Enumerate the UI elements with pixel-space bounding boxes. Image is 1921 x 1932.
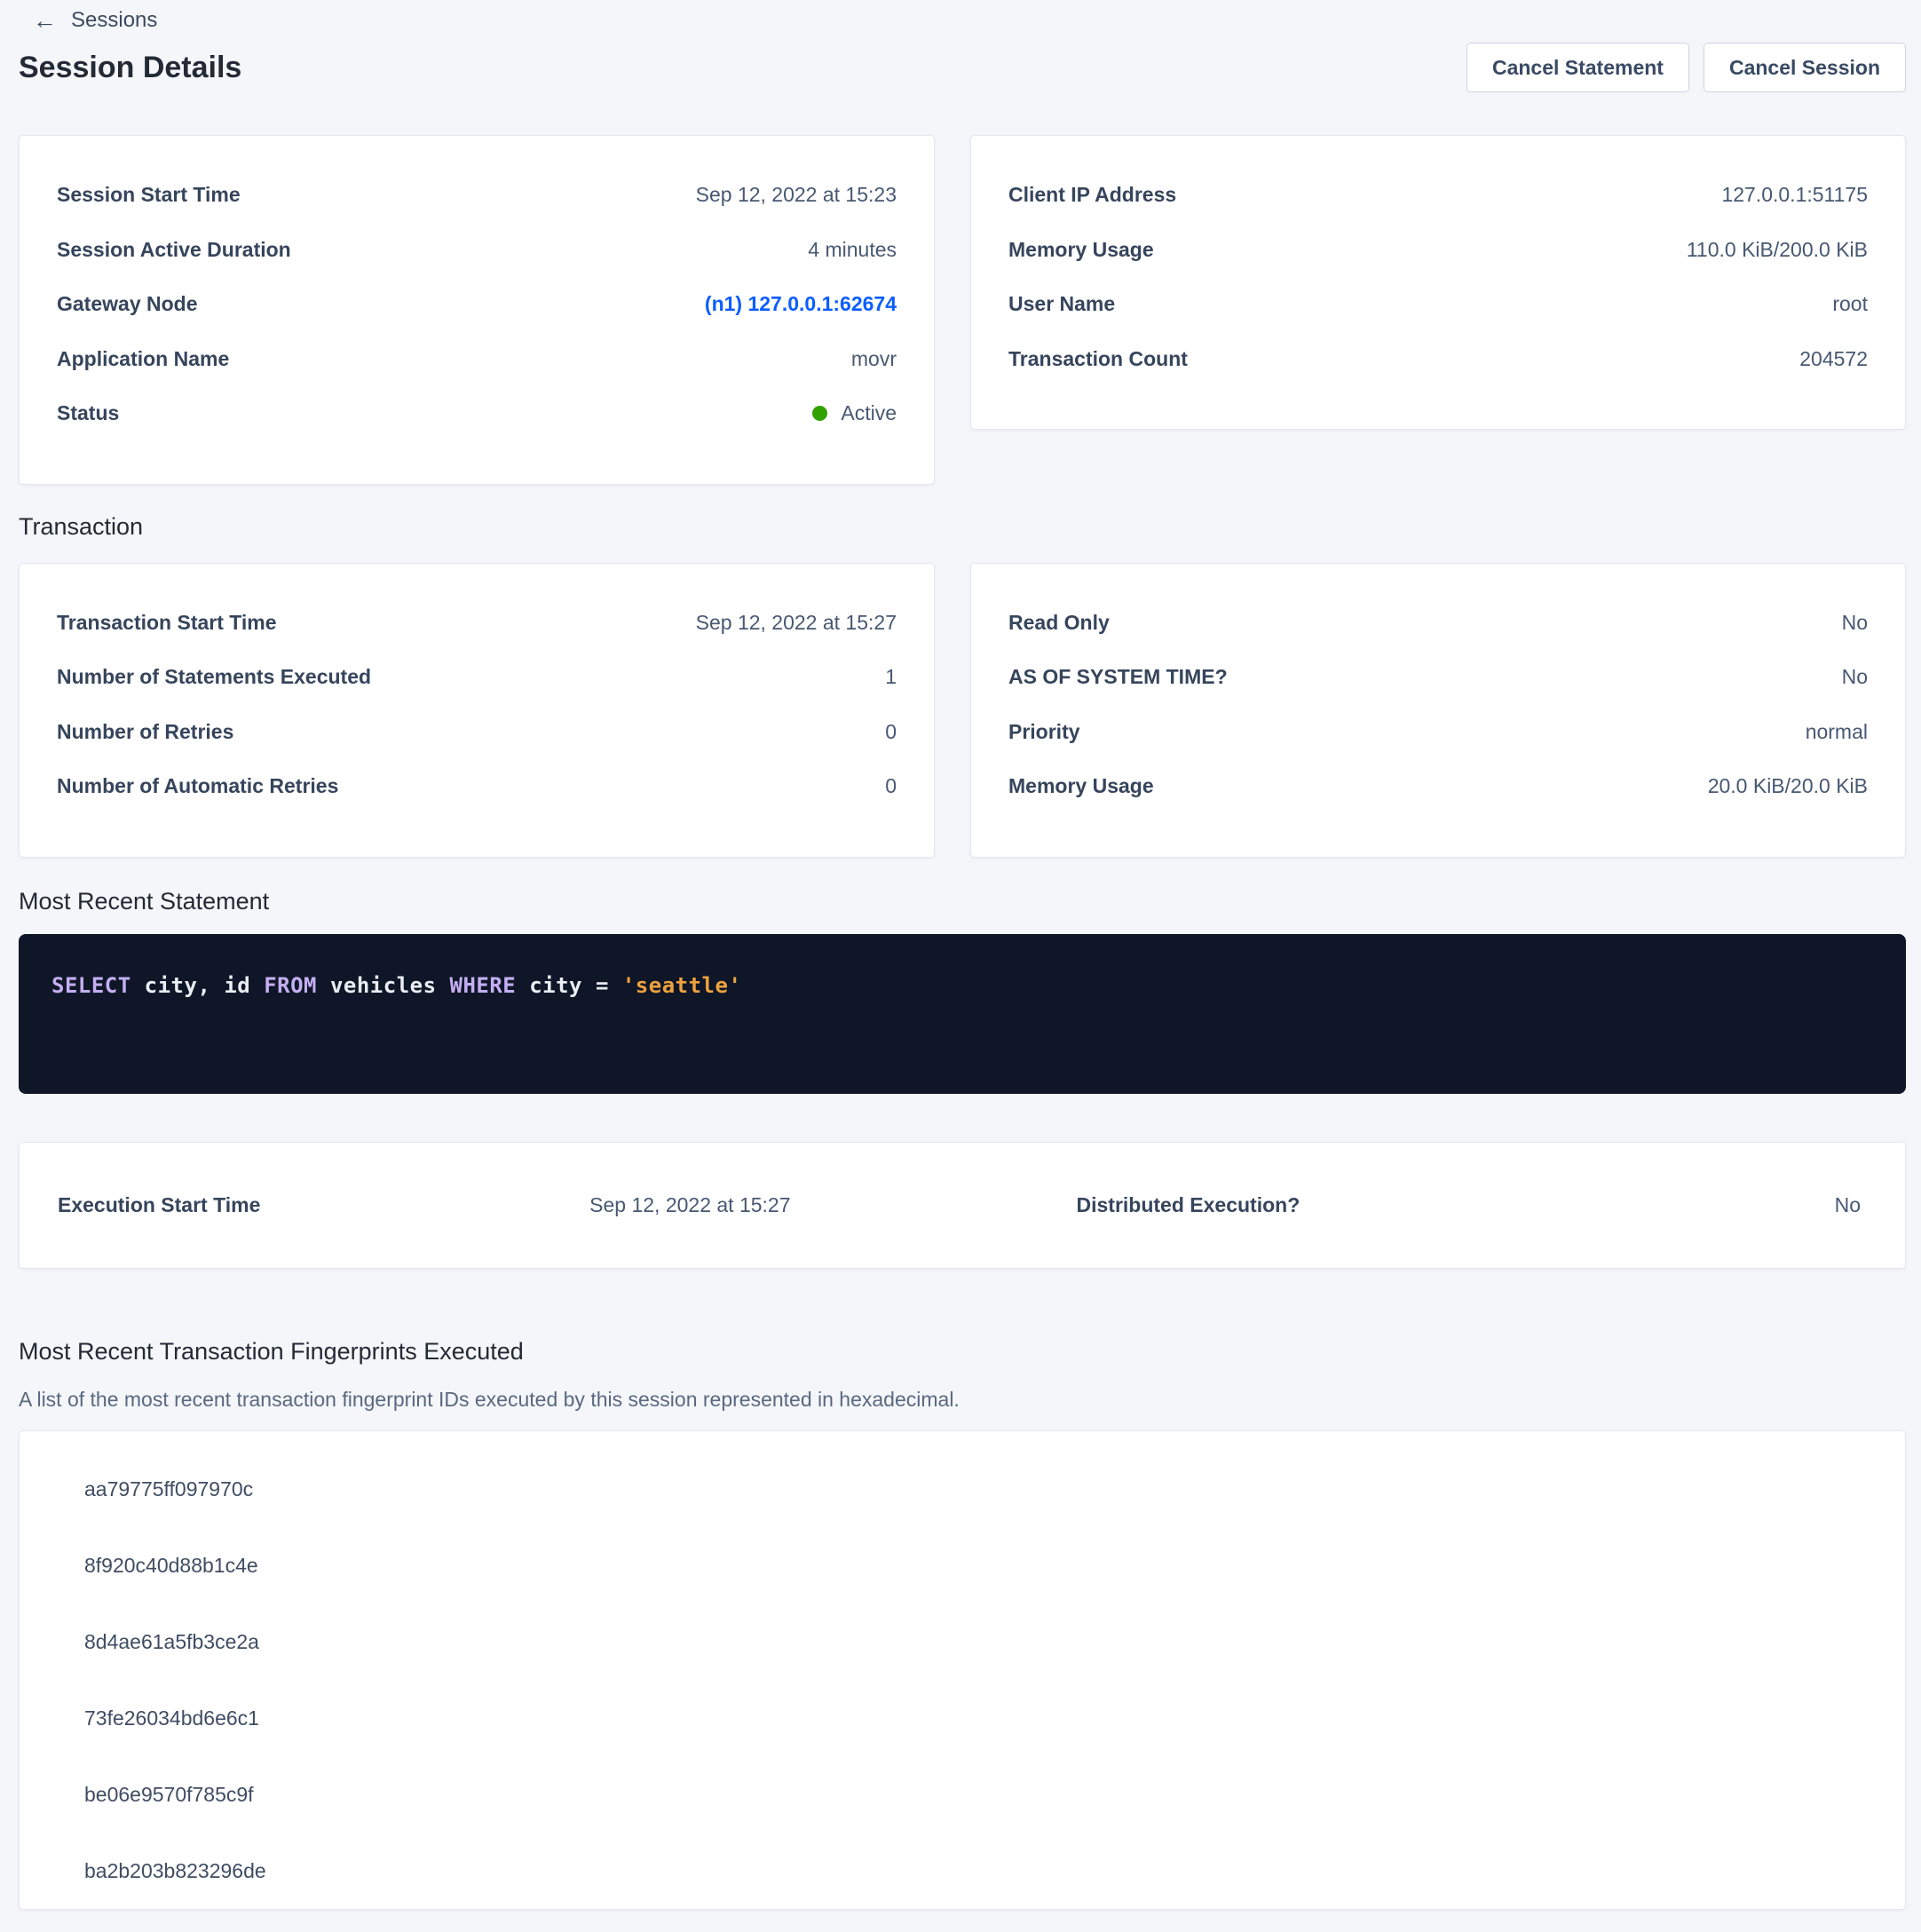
transaction-summary-row: Transaction Start Time Sep 12, 2022 at 1… — [19, 563, 1906, 858]
info-label: Session Start Time — [57, 183, 241, 207]
info-row-user-name: User Name root — [1008, 277, 1868, 332]
info-row-gateway-node: Gateway Node (n1) 127.0.0.1:62674 — [57, 277, 897, 332]
fingerprint-item: 73fe26034bd6e6c1 — [84, 1708, 1868, 1729]
info-label: Status — [57, 401, 119, 425]
info-label: AS OF SYSTEM TIME? — [1008, 665, 1228, 689]
info-row-as-of-system-time: AS OF SYSTEM TIME? No — [1008, 650, 1868, 705]
sql-token: WHERE — [450, 973, 517, 998]
info-row-txn-memory-usage: Memory Usage 20.0 KiB/20.0 KiB — [1008, 759, 1868, 814]
info-row-application-name: Application Name movr — [57, 332, 897, 387]
info-value: Sep 12, 2022 at 15:23 — [696, 183, 897, 207]
status-active-dot-icon — [812, 406, 827, 421]
status-badge: Active — [812, 401, 897, 425]
fingerprint-item: aa79775ff097970c — [84, 1479, 1868, 1500]
info-value: 110.0 KiB/200.0 KiB — [1687, 238, 1868, 262]
info-value: No — [1842, 665, 1868, 689]
info-label: Number of Automatic Retries — [57, 774, 338, 798]
info-label: Read Only — [1008, 611, 1110, 635]
info-label: Transaction Count — [1008, 347, 1188, 371]
session-card-right: Client IP Address 127.0.0.1:51175 Memory… — [970, 135, 1906, 430]
execution-start-time-value: Sep 12, 2022 at 15:27 — [589, 1193, 1076, 1217]
breadcrumb-label: Sessions — [71, 8, 157, 33]
sql-statement-box: SELECT city, id FROM vehicles WHERE city… — [19, 934, 1906, 1094]
info-row-automatic-retries: Number of Automatic Retries 0 — [57, 759, 897, 814]
info-label: Transaction Start Time — [57, 611, 277, 635]
info-label: Number of Retries — [57, 720, 233, 744]
info-value: No — [1842, 611, 1868, 635]
fingerprint-item: ba2b203b823296de — [84, 1861, 1868, 1881]
fingerprints-description: A list of the most recent transaction fi… — [19, 1386, 1906, 1413]
info-row-memory-usage: Memory Usage 110.0 KiB/200.0 KiB — [1008, 223, 1868, 278]
info-row-session-active-duration: Session Active Duration 4 minutes — [57, 223, 897, 278]
info-row-read-only: Read Only No — [1008, 596, 1868, 651]
info-label: Number of Statements Executed — [57, 665, 371, 689]
sql-token: SELECT — [51, 973, 131, 998]
info-value: 20.0 KiB/20.0 KiB — [1708, 774, 1868, 798]
transaction-section-title: Transaction — [19, 511, 1906, 542]
info-value: movr — [851, 347, 897, 371]
execution-start-time-label: Execution Start Time — [58, 1193, 589, 1217]
info-row-priority: Priority normal — [1008, 705, 1868, 760]
info-row-transaction-count: Transaction Count 204572 — [1008, 332, 1868, 387]
info-label: Application Name — [57, 347, 229, 371]
page-header: Session Details Cancel Statement Cancel … — [19, 43, 1906, 92]
info-value: 204572 — [1799, 347, 1868, 371]
info-label: Priority — [1008, 720, 1080, 744]
info-value: normal — [1806, 720, 1868, 744]
info-label: Gateway Node — [57, 292, 198, 316]
transaction-card-left: Transaction Start Time Sep 12, 2022 at 1… — [19, 563, 935, 858]
fingerprint-item: 8f920c40d88b1c4e — [84, 1556, 1868, 1576]
gateway-node-link[interactable]: (n1) 127.0.0.1:62674 — [705, 292, 897, 316]
sql-token: city, id — [131, 973, 265, 998]
cancel-statement-button[interactable]: Cancel Statement — [1466, 43, 1689, 92]
info-value: Sep 12, 2022 at 15:27 — [696, 611, 897, 635]
info-label: Client IP Address — [1008, 183, 1176, 207]
info-value: 127.0.0.1:51175 — [1721, 183, 1868, 207]
info-label: Session Active Duration — [57, 238, 291, 262]
fingerprints-card: aa79775ff097970c 8f920c40d88b1c4e 8d4ae6… — [19, 1430, 1906, 1910]
sql-token: FROM — [264, 973, 317, 998]
info-label: Memory Usage — [1008, 238, 1154, 262]
distributed-execution-label: Distributed Execution? — [1077, 1193, 1300, 1217]
info-value: 4 minutes — [808, 238, 897, 262]
back-arrow-icon: ← — [33, 9, 57, 33]
cancel-session-button[interactable]: Cancel Session — [1704, 43, 1906, 92]
session-summary-row: Session Start Time Sep 12, 2022 at 15:23… — [19, 135, 1906, 485]
info-row-status: Status Active — [57, 386, 897, 441]
fingerprints-section-title: Most Recent Transaction Fingerprints Exe… — [19, 1336, 1906, 1366]
execution-summary-card: Execution Start Time Sep 12, 2022 at 15:… — [19, 1142, 1906, 1269]
info-label: User Name — [1008, 292, 1115, 316]
transaction-card-right: Read Only No AS OF SYSTEM TIME? No Prior… — [970, 563, 1906, 858]
breadcrumb-sessions-link[interactable]: ← Sessions — [19, 7, 157, 34]
info-row-client-ip: Client IP Address 127.0.0.1:51175 — [1008, 168, 1868, 223]
info-label: Memory Usage — [1008, 774, 1154, 798]
info-row-retries: Number of Retries 0 — [57, 705, 897, 760]
distributed-execution-value: No — [1835, 1193, 1861, 1217]
sql-token: vehicles — [317, 973, 450, 998]
session-card-left: Session Start Time Sep 12, 2022 at 15:23… — [19, 135, 935, 485]
info-row-transaction-start-time: Transaction Start Time Sep 12, 2022 at 1… — [57, 596, 897, 651]
sql-token: city = — [516, 973, 622, 998]
info-row-statements-executed: Number of Statements Executed 1 — [57, 650, 897, 705]
sql-token: 'seattle' — [622, 973, 742, 998]
info-value: 1 — [885, 665, 897, 689]
status-text: Active — [841, 401, 897, 425]
header-actions: Cancel Statement Cancel Session — [1466, 43, 1906, 92]
statement-section-title: Most Recent Statement — [19, 886, 1906, 916]
info-value: root — [1832, 292, 1868, 316]
session-details-page: ← Sessions Session Details Cancel Statem… — [0, 0, 1921, 1910]
info-row-session-start-time: Session Start Time Sep 12, 2022 at 15:23 — [57, 168, 897, 223]
fingerprint-item: be06e9570f785c9f — [84, 1785, 1868, 1805]
sql-statement: SELECT city, id FROM vehicles WHERE city… — [51, 973, 1870, 998]
page-title: Session Details — [19, 48, 241, 87]
info-value: 0 — [885, 774, 897, 798]
fingerprint-item: 8d4ae61a5fb3ce2a — [84, 1632, 1868, 1652]
info-value: 0 — [885, 720, 897, 744]
